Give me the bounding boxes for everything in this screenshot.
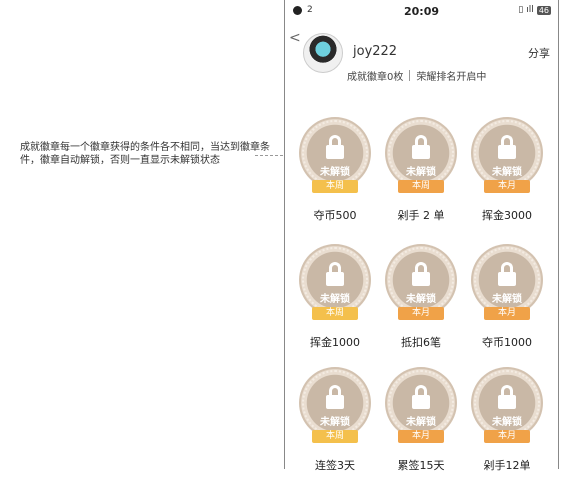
medal-icon: 未解锁 xyxy=(471,367,543,439)
medal-icon: 未解锁 xyxy=(299,244,371,316)
badge-status: 未解锁 xyxy=(406,294,436,305)
lock-body xyxy=(326,272,344,286)
badge-label: 累签15天 xyxy=(397,459,445,472)
badge-item[interactable]: 未解锁本月夺币1000 xyxy=(465,244,549,359)
annotation-text: 成就徽章每一个徽章获得的条件各不相同，当达到徽章条件，徽章自动解锁，否则一直显示… xyxy=(20,142,270,166)
lock-body xyxy=(412,145,430,159)
badge-period: 本月 xyxy=(484,307,530,320)
avatar[interactable] xyxy=(303,33,343,73)
lock-body xyxy=(498,145,516,159)
lock-body xyxy=(326,145,344,159)
badge-status: 未解锁 xyxy=(492,167,522,178)
lock-body xyxy=(498,272,516,286)
badge-status: 未解锁 xyxy=(406,167,436,178)
divider xyxy=(409,70,411,81)
medal-icon: 未解锁 xyxy=(385,367,457,439)
badge-period: 本月 xyxy=(484,180,530,193)
badge-period: 本月 xyxy=(484,430,530,443)
badge-item[interactable]: 未解锁本周连签3天 xyxy=(293,367,377,482)
badge-label: 剁手 2 单 xyxy=(397,209,445,222)
badge-status: 未解锁 xyxy=(320,294,350,305)
badge-item[interactable]: 未解锁本月累签15天 xyxy=(379,367,463,482)
badge-item[interactable]: 未解锁本周夺币500 xyxy=(293,117,377,232)
username: joy222 xyxy=(353,44,398,59)
lock-body xyxy=(412,395,430,409)
badge-item[interactable]: 未解锁本月挥金3000 xyxy=(465,117,549,232)
ranking-status: 荣耀排名开启中 xyxy=(416,72,487,83)
badge-label: 抵扣6笔 xyxy=(401,336,441,349)
back-button[interactable]: < xyxy=(289,30,301,46)
signal-icon: ıll xyxy=(526,5,534,15)
badge-count: 成就徽章0枚 xyxy=(347,72,404,83)
lock-body xyxy=(412,272,430,286)
medal-icon: 未解锁 xyxy=(299,367,371,439)
badge-label: 夺币1000 xyxy=(482,336,532,349)
vibrate-icon: ▯ xyxy=(518,5,524,15)
badge-label: 剁手12单 xyxy=(483,459,531,472)
badge-item[interactable]: 未解锁本月抵扣6笔 xyxy=(379,244,463,359)
badge-period: 本月 xyxy=(398,307,444,320)
badge-item[interactable]: 未解锁本月剁手12单 xyxy=(465,367,549,482)
badge-label: 夺币500 xyxy=(313,209,357,222)
phone-screen: 2 20:09 ▯ ıll 46 < joy222 分享 成就徽章0枚 荣耀排名… xyxy=(284,0,559,472)
badge-status: 未解锁 xyxy=(406,417,436,428)
medal-icon: 未解锁 xyxy=(385,117,457,189)
badge-label: 挥金3000 xyxy=(482,209,532,222)
status-time: 20:09 xyxy=(403,5,439,18)
lock-body xyxy=(498,395,516,409)
battery-icon: 46 xyxy=(536,5,551,15)
status-bar: 2 20:09 ▯ ıll 46 xyxy=(285,4,558,20)
badge-period: 本月 xyxy=(398,430,444,443)
badge-period: 本周 xyxy=(312,307,358,320)
medal-icon: 未解锁 xyxy=(385,244,457,316)
lock-body xyxy=(326,395,344,409)
badge-status: 未解锁 xyxy=(492,294,522,305)
badge-label: 连签3天 xyxy=(315,459,355,472)
badge-item[interactable]: 未解锁本周剁手 2 单 xyxy=(379,117,463,232)
status-right-icons: ▯ ıll 46 xyxy=(518,5,551,15)
badge-label: 挥金1000 xyxy=(310,336,360,349)
badge-status: 未解锁 xyxy=(320,417,350,428)
medal-icon: 未解锁 xyxy=(299,117,371,189)
badge-status: 未解锁 xyxy=(320,167,350,178)
share-button[interactable]: 分享 xyxy=(528,45,550,61)
badge-period: 本周 xyxy=(312,180,358,193)
badge-item[interactable]: 未解锁本周挥金1000 xyxy=(293,244,377,359)
profile-subinfo: 成就徽章0枚 荣耀排名开启中 xyxy=(347,68,486,83)
badge-status: 未解锁 xyxy=(492,417,522,428)
medal-icon: 未解锁 xyxy=(471,117,543,189)
annotation-connector xyxy=(255,155,283,156)
badge-period: 本周 xyxy=(312,430,358,443)
badge-period: 本周 xyxy=(398,180,444,193)
medal-icon: 未解锁 xyxy=(471,244,543,316)
